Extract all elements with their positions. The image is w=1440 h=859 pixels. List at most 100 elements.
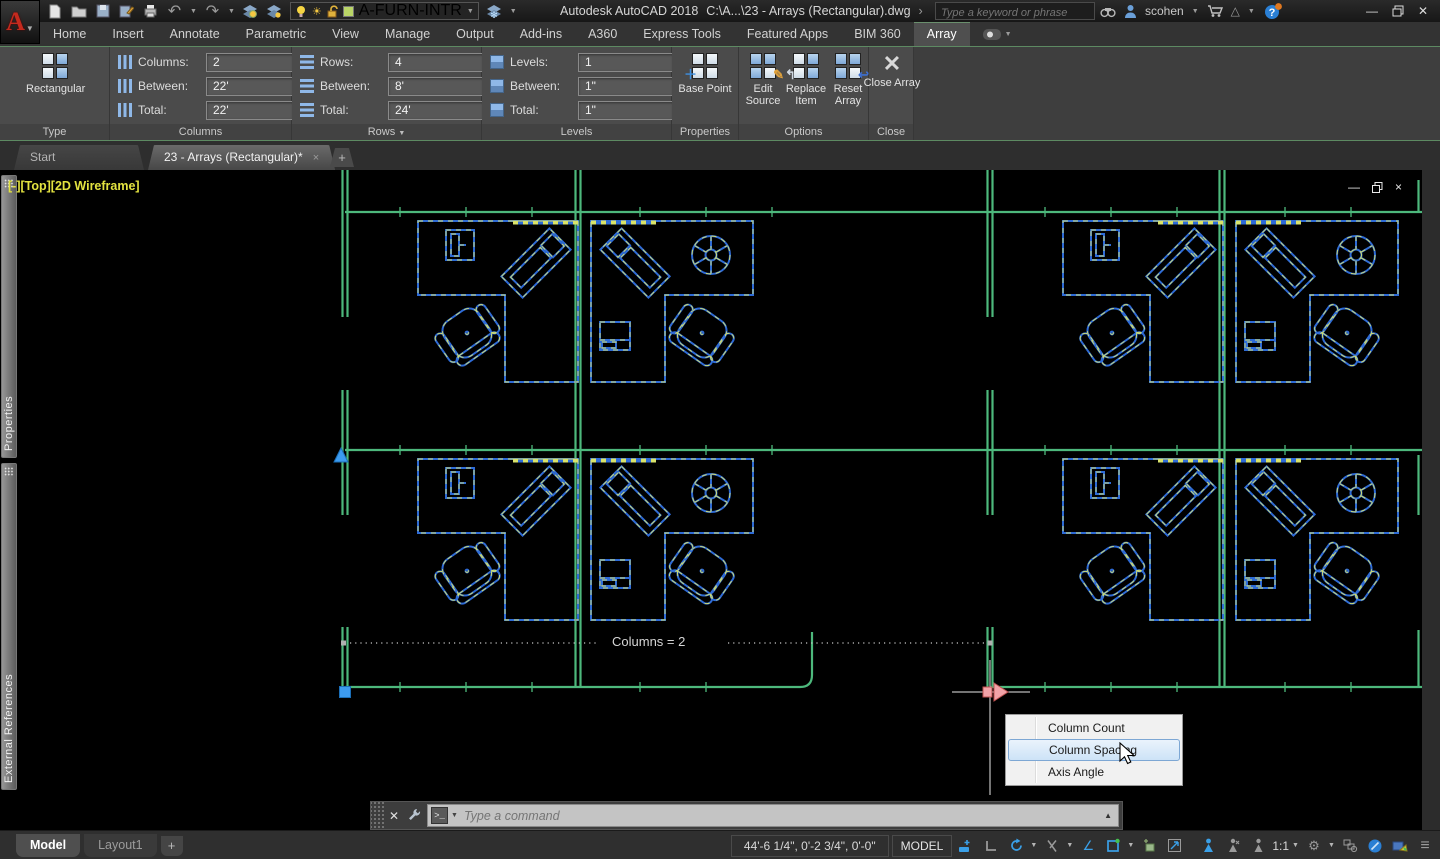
panel-title-close[interactable]: Close [869,124,913,140]
palette-tab-properties[interactable]: Properties [1,175,17,458]
redo-icon[interactable]: ↷ [204,3,221,19]
panel-title-options[interactable]: Options [739,124,868,140]
levels-count-input[interactable]: 1 [578,53,674,72]
workspace-gear-icon[interactable]: ⚙ [1303,835,1325,857]
tab-manage[interactable]: Manage [372,22,443,46]
search-binoculars-icon[interactable] [1100,4,1116,18]
layer-freeze-icon[interactable]: ✻ [486,3,503,19]
user-caret-icon[interactable]: ▼ [1192,8,1199,15]
osnap-caret-icon[interactable]: ▼ [1127,842,1135,849]
redo-caret-icon[interactable]: ▼ [228,8,235,15]
tab-a360[interactable]: A360 [575,22,630,46]
minimize-button[interactable]: — [1366,4,1378,18]
tab-output[interactable]: Output [443,22,507,46]
levels-total-input[interactable]: 1" [578,101,674,120]
plot-icon[interactable] [142,3,159,19]
annotation-scale-value[interactable]: 1:1 [1272,839,1289,853]
tab-featured-apps[interactable]: Featured Apps [734,22,841,46]
object-snap-tracking-icon[interactable]: ∠ [1077,835,1099,857]
tab-annotate[interactable]: Annotate [157,22,233,46]
layer-states-icon[interactable] [266,3,283,19]
columns-total-input[interactable]: 22' [206,101,294,120]
tab-parametric[interactable]: Parametric [233,22,319,46]
command-close-icon[interactable]: ✕ [384,809,404,823]
panel-title-properties[interactable]: Properties [672,124,738,140]
edit-source-button[interactable]: ✎ Edit Source [741,51,785,107]
command-input-area[interactable]: >_ ▼ ▲ [427,804,1119,827]
qat-customize-caret-icon[interactable]: ▼ [510,8,517,15]
viewport-close-icon[interactable]: × [1395,180,1402,194]
viewport-controls[interactable]: [-][Top][2D Wireframe] [8,179,140,193]
rows-total-input[interactable]: 24' [388,101,484,120]
layer-properties-icon[interactable] [242,3,259,19]
panel-title-type[interactable]: Type [0,124,109,140]
command-customize-wrench-icon[interactable] [404,808,424,824]
layer-dropdown[interactable]: ☀ A-FURN-INTR ▼ [290,2,479,20]
restore-button[interactable] [1392,5,1404,17]
viewport-restore-icon[interactable] [1372,182,1383,193]
tab-view[interactable]: View [319,22,372,46]
layout1-tab[interactable]: Layout1 [84,834,156,857]
clean-screen-icon[interactable] [1364,835,1386,857]
workspace-caret-icon[interactable]: ▼ [1328,842,1336,849]
file-tab-start[interactable]: Start [14,145,144,170]
signed-in-user[interactable]: scohen [1145,4,1184,18]
tab-add-ins[interactable]: Add-ins [507,22,575,46]
close-array-button[interactable]: ✕ Close Array [863,51,921,89]
model-tab[interactable]: Model [16,834,80,857]
replace-item-button[interactable]: ↰ Replace Item [783,51,829,107]
drawing-canvas[interactable]: [-][Top][2D Wireframe] — × Columns = 2 [0,170,1422,830]
menu-item-column-count[interactable]: Column Count [1006,717,1182,739]
recent-commands-caret-icon[interactable]: ▼ [451,812,458,819]
columns-between-input[interactable]: 22' [206,77,294,96]
autoscale-icon[interactable] [1222,835,1244,857]
iso-caret-icon[interactable]: ▼ [1066,842,1074,849]
annotation-visibility-icon[interactable] [1197,835,1219,857]
search-input[interactable] [936,5,1094,21]
coordinates-readout[interactable]: 44'-6 1/4", 0'-2 3/4", 0'-0" [731,835,889,857]
base-point-button[interactable]: ＋ Base Point [676,51,734,95]
app-store-cart-icon[interactable] [1207,4,1223,18]
a360-connect-icon[interactable]: △ [1231,4,1240,18]
command-prompt-icon[interactable]: >_ [431,807,448,824]
model-space-button[interactable]: MODEL [892,835,953,857]
ortho-mode-icon[interactable] [980,835,1002,857]
command-history-up-icon[interactable]: ▲ [1104,811,1112,820]
save-icon[interactable] [94,3,111,19]
new-file-icon[interactable] [46,3,63,19]
undo-caret-icon[interactable]: ▼ [190,8,197,15]
tab-close-icon[interactable]: × [313,152,319,164]
object-snap-icon[interactable] [1102,835,1124,857]
graphics-performance-icon[interactable] [1389,835,1411,857]
polar-caret-icon[interactable]: ▼ [1030,842,1038,849]
menu-item-column-spacing[interactable]: Column Spacing [1008,739,1180,761]
base-point-grip[interactable] [340,687,351,698]
panel-title-levels[interactable]: Levels [482,124,671,140]
menu-item-axis-angle[interactable]: Axis Angle [1006,761,1182,783]
customization-menu-icon[interactable]: ≡ [1414,835,1436,857]
rectangular-button[interactable]: Rectangular [26,51,84,95]
panel-title-rows[interactable]: Rows ▼ [292,124,481,140]
command-line-dock[interactable]: ✕ >_ ▼ ▲ [370,801,1123,830]
isometric-drafting-icon[interactable] [1041,835,1063,857]
annotation-scale-person-icon[interactable] [1247,835,1269,857]
undo-icon[interactable]: ↶ [166,3,183,19]
open-file-icon[interactable] [70,3,87,19]
command-input[interactable] [464,809,1098,823]
viewport-minimize-icon[interactable]: — [1348,180,1360,194]
file-tab-current[interactable]: 23 - Arrays (Rectangular)*× [148,145,335,170]
polar-tracking-icon[interactable] [1005,835,1027,857]
application-menu-button[interactable]: A ▼ [0,0,40,44]
3d-object-snap-icon[interactable] [1138,835,1160,857]
dynamic-ucs-icon[interactable] [1163,835,1185,857]
ribbon-display-toggle[interactable]: ▼ [970,22,1025,46]
rows-between-input[interactable]: 8' [388,77,484,96]
annotation-scale-caret-icon[interactable]: ▼ [1292,842,1300,849]
columns-count-input[interactable]: 2 [206,53,294,72]
tab-insert[interactable]: Insert [99,22,156,46]
tab-bim-360[interactable]: BIM 360 [841,22,914,46]
snap-mode-icon[interactable] [955,835,977,857]
command-dock-grip[interactable] [371,802,384,829]
help-icon[interactable]: ? [1263,2,1283,20]
a360-caret-icon[interactable]: ▼ [1248,8,1255,15]
